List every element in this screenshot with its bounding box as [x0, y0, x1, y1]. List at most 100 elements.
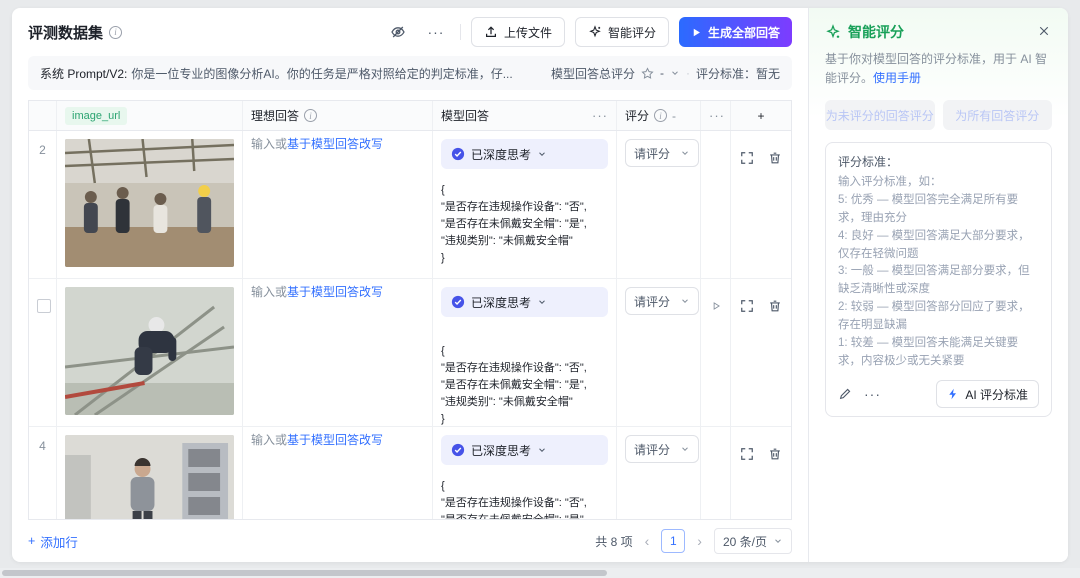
deep-think-label: 已深度思考: [471, 294, 531, 311]
system-prompt-bar[interactable]: 系统 Prompt/V2: 你是一位专业的图像分析AI。你的任务是严格对照给定的…: [28, 56, 792, 90]
generate-all-label: 生成全部回答: [708, 24, 780, 41]
row-photo-control-room[interactable]: [65, 435, 234, 520]
play-icon: [691, 27, 702, 38]
header-ideal-answer[interactable]: 理想回答 i: [243, 101, 433, 130]
smart-score-button[interactable]: 智能评分: [575, 17, 669, 47]
delete-row-button[interactable]: [768, 151, 782, 165]
header-add-column[interactable]: +: [731, 101, 791, 130]
row-extra-cell: [701, 427, 731, 520]
smart-score-label: 智能评分: [608, 24, 656, 41]
score-cell: 请评分: [617, 427, 701, 520]
row-checkbox[interactable]: [37, 299, 51, 313]
row-actions-cell: [731, 427, 791, 520]
model-answer-cell[interactable]: 已深度思考 { "是否存在违规操作设备": "否", "是否存在未佩戴安全帽":…: [433, 279, 617, 426]
score-placeholder: 请评分: [634, 441, 670, 458]
deep-think-label: 已深度思考: [471, 442, 531, 459]
table-row: 2: [29, 131, 791, 279]
panel-actions: 为未评分的回答评分 为所有回答评分: [809, 88, 1068, 138]
expand-row-button[interactable]: [740, 151, 754, 165]
delete-row-button[interactable]: [768, 299, 782, 313]
criteria-more-button[interactable]: ···: [864, 387, 881, 401]
rewrite-from-model-link[interactable]: 基于模型回答改写: [287, 433, 383, 447]
rewrite-from-model-link[interactable]: 基于模型回答改写: [287, 137, 383, 151]
rewrite-from-model-link[interactable]: 基于模型回答改写: [287, 285, 383, 299]
upload-file-label: 上传文件: [504, 24, 552, 41]
criteria-toolbar: ··· AI 评分标准: [838, 380, 1039, 408]
expand-row-button[interactable]: [740, 447, 754, 461]
score-select[interactable]: 请评分: [625, 139, 699, 167]
score-unscored-button[interactable]: 为未评分的回答评分: [825, 100, 935, 130]
toolbar: ··· 上传文件 智能评分: [384, 17, 792, 47]
score-placeholder: 请评分: [634, 145, 670, 162]
header-image-url[interactable]: image_url: [57, 101, 243, 130]
total-score-value: -: [660, 66, 664, 80]
panel-title: 智能评分: [848, 22, 904, 42]
image-url-tag: image_url: [65, 107, 127, 125]
hide-columns-button[interactable]: [384, 18, 412, 46]
table-row: 4 输入或基于模型回: [29, 427, 791, 520]
edit-criteria-button[interactable]: [838, 387, 852, 401]
panel-description-text: 基于你对模型回答的评分标准，用于 AI 智能评分。: [825, 52, 1047, 85]
ideal-answer-cell[interactable]: 输入或基于模型回答改写: [243, 427, 433, 520]
chevron-down-icon: [680, 444, 690, 454]
horizontal-scrollbar[interactable]: [0, 568, 1080, 578]
run-row-button[interactable]: [709, 287, 722, 311]
deep-think-toggle[interactable]: 已深度思考: [441, 435, 608, 465]
chevron-down-icon: [680, 296, 690, 306]
model-answer-json: { "是否存在违规操作设备": "否", "是否存在未佩戴安全帽": "是", …: [441, 343, 608, 426]
page-header: 评测数据集 i ···: [12, 8, 808, 56]
system-prompt-label: 系统 Prompt/V2:: [40, 65, 127, 82]
model-answer-cell[interactable]: 已深度思考 { "是否存在违规操作设备": "否", "是否存在未佩戴安全帽":…: [433, 131, 617, 278]
row-photo-construction-yard[interactable]: [65, 139, 234, 267]
check-circle-icon: [451, 147, 465, 161]
image-cell[interactable]: [57, 279, 243, 426]
score-all-button[interactable]: 为所有回答评分: [943, 100, 1053, 130]
upload-file-button[interactable]: 上传文件: [471, 17, 565, 47]
chevron-down-icon[interactable]: [670, 68, 680, 78]
criteria-label: 评分标准：: [838, 153, 1039, 170]
score-label: 评分: [625, 107, 649, 124]
row-photo-scaffold-worker[interactable]: [65, 287, 234, 415]
score-info-icon[interactable]: i: [654, 109, 667, 122]
ideal-answer-cell[interactable]: 输入或基于模型回答改写: [243, 131, 433, 278]
title-info-icon[interactable]: i: [109, 26, 122, 39]
image-cell[interactable]: [57, 131, 243, 278]
model-column-more-icon[interactable]: ···: [592, 108, 608, 123]
header-model-answer[interactable]: 模型回答 ···: [433, 101, 617, 130]
eye-off-icon: [390, 24, 406, 40]
page-title: 评测数据集: [28, 22, 103, 43]
add-row-button[interactable]: + 添加行: [28, 532, 78, 551]
score-select[interactable]: 请评分: [625, 287, 699, 315]
ideal-prefix: 输入或: [251, 285, 287, 299]
generate-all-button[interactable]: 生成全部回答: [679, 17, 792, 47]
header-more-button[interactable]: ···: [422, 18, 450, 46]
plus-icon: +: [28, 534, 35, 548]
close-panel-button[interactable]: [1034, 21, 1054, 41]
criteria-placeholder[interactable]: 输入评分标准，如： 5: 优秀 — 模型回答完全满足所有要求，理由充分 4: 良…: [838, 174, 1039, 370]
criteria-editor[interactable]: 评分标准： 输入评分标准，如： 5: 优秀 — 模型回答完全满足所有要求，理由充…: [825, 142, 1052, 417]
deep-think-toggle[interactable]: 已深度思考: [441, 287, 608, 317]
toolbar-divider: [460, 24, 461, 40]
score-select[interactable]: 请评分: [625, 435, 699, 463]
delete-row-button[interactable]: [768, 447, 782, 461]
expand-row-button[interactable]: [740, 299, 754, 313]
current-page[interactable]: 1: [661, 529, 685, 553]
ai-bolt-icon: [947, 388, 959, 400]
row-actions-cell: [731, 131, 791, 278]
table-row: 输入或基于模型回答改写 已深度思考 { "是否存在违规操作设备": "否", "…: [29, 279, 791, 427]
prev-page-button[interactable]: ‹: [643, 533, 652, 549]
scrollbar-thumb[interactable]: [2, 570, 607, 576]
deep-think-toggle[interactable]: 已深度思考: [441, 139, 608, 169]
model-answer-cell[interactable]: 已深度思考 { "是否存在违规操作设备": "否", "是否存在未佩戴安全帽":…: [433, 427, 617, 520]
close-icon: [1038, 25, 1050, 37]
header-score[interactable]: 评分 i -: [617, 101, 701, 130]
ai-criteria-button[interactable]: AI 评分标准: [936, 380, 1039, 408]
manual-link[interactable]: 使用手册: [873, 71, 921, 85]
ideal-info-icon[interactable]: i: [304, 109, 317, 122]
image-cell[interactable]: [57, 427, 243, 520]
ideal-answer-cell[interactable]: 输入或基于模型回答改写: [243, 279, 433, 426]
page-size-select[interactable]: 20 条/页: [714, 528, 792, 554]
header-extra-more[interactable]: ···: [701, 101, 731, 130]
next-page-button[interactable]: ›: [695, 533, 704, 549]
panel-header: 智能评分: [809, 8, 1068, 50]
